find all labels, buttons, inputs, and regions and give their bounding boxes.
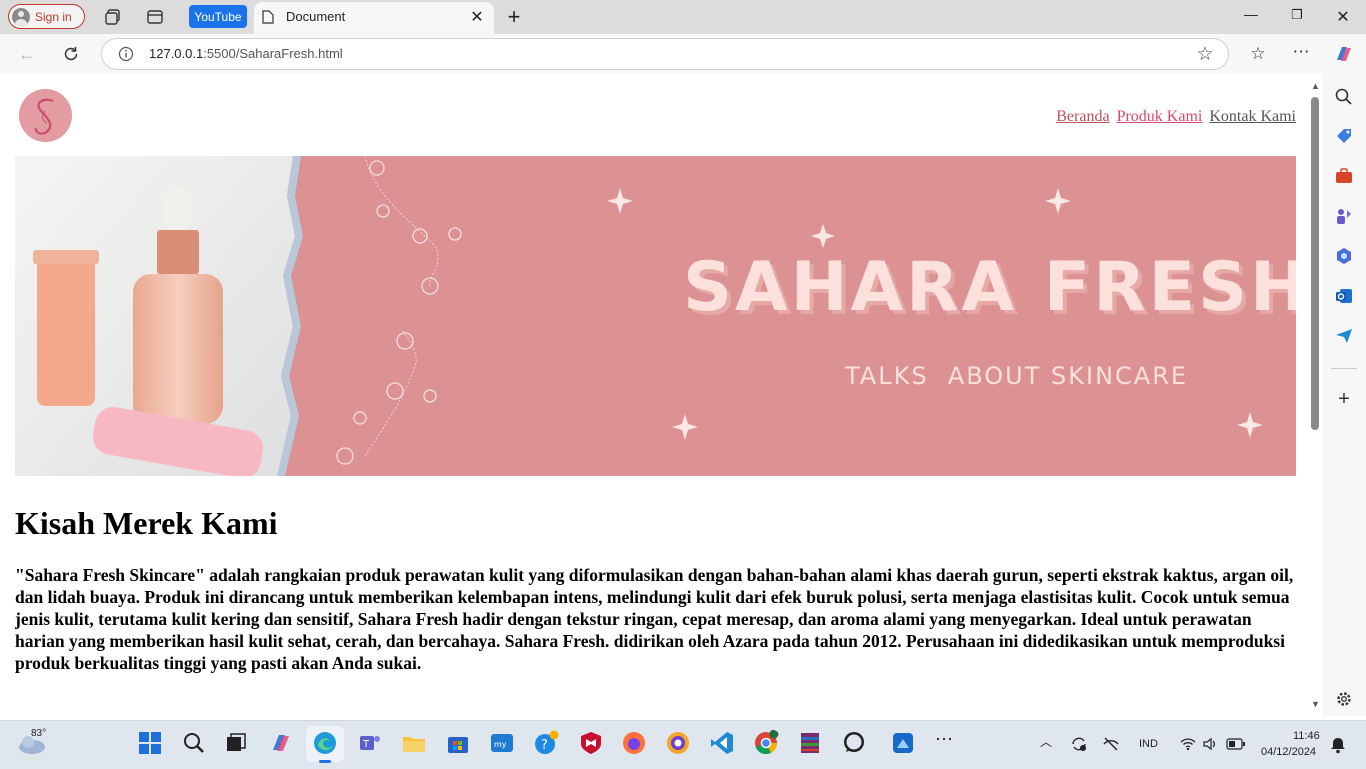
network-off-icon[interactable] [1102,735,1120,753]
nav-kontak-kami[interactable]: Kontak Kami [1209,108,1296,125]
clock-time[interactable]: 11:46 [1293,730,1320,742]
firefox-icon[interactable] [621,730,647,756]
banner-tagline: TALKS ABOUT SKINCARE [845,362,1189,390]
add-sidebar-app-icon[interactable]: + [1334,388,1354,411]
mcafee-icon[interactable] [578,730,604,756]
document-icon [262,10,274,24]
microsoft-store-icon[interactable] [445,730,471,756]
scrollbar-thumb[interactable] [1311,97,1319,430]
outlook-icon[interactable] [1334,286,1354,306]
weather-temperature: 83° [31,728,47,739]
banner-title: SAHARA FRESH [683,248,1296,327]
sync-icon[interactable] [1070,735,1088,753]
new-tab-icon[interactable]: + [504,4,524,30]
hero-banner: SAHARA FRESH TALKS ABOUT SKINCARE [15,156,1296,476]
settings-icon[interactable] [1334,689,1354,709]
svg-text:T: T [362,739,370,750]
more-options-icon[interactable]: ⋯ [1291,42,1311,62]
tab-title: Document [286,9,346,24]
snipping-tool-icon[interactable] [890,730,916,756]
favorite-star-icon[interactable]: ☆ [1195,43,1215,66]
sign-in-label: Sign in [35,9,72,24]
start-icon[interactable] [137,730,163,756]
scroll-down-icon[interactable]: ▼ [1311,699,1320,709]
info-icon[interactable] [118,46,134,62]
workspaces-icon[interactable] [104,8,122,26]
youtube-tab[interactable]: YouTube [189,5,247,28]
profile-icon [12,7,30,26]
back-icon[interactable]: ← [17,44,37,65]
clock-date[interactable]: 04/12/2024 [1261,746,1316,758]
story-heading: Kisah Merek Kami [15,505,278,541]
taskbar-search-icon[interactable] [181,730,207,756]
wifi-icon[interactable] [1180,736,1196,752]
tab-actions-icon[interactable] [146,8,164,26]
teams-icon[interactable]: T [357,730,383,756]
chrome-icon[interactable] [753,730,779,756]
task-view-icon[interactable] [223,730,249,756]
sign-in-button[interactable]: Sign in [8,4,85,29]
volume-icon[interactable] [1202,736,1218,752]
close-tab-icon[interactable]: ✕ [467,7,487,27]
vscode-icon[interactable] [709,730,735,756]
svg-text:my: my [494,740,507,749]
file-explorer-icon[interactable] [401,730,427,756]
edge-running-indicator [319,760,331,763]
battery-icon[interactable] [1226,738,1246,750]
browser-o-icon[interactable] [665,730,691,756]
url-text[interactable]: 127.0.0.1:5500/SaharaFresh.html [149,46,343,61]
favorites-icon[interactable]: ☆ [1248,44,1268,64]
taskbar-more-icon[interactable]: ⋯ [935,729,953,750]
refresh-icon[interactable] [62,45,80,63]
close-window-icon[interactable]: ✕ [1333,7,1353,27]
sahara-fresh-logo[interactable] [19,89,72,142]
search-icon[interactable] [1334,87,1354,107]
tools-icon[interactable] [1334,166,1354,186]
story-paragraph: "Sahara Fresh Skincare" adalah rangkaian… [15,565,1294,673]
restore-icon[interactable]: ❐ [1287,7,1307,23]
nav-beranda[interactable]: Beranda [1056,108,1109,125]
whatsapp-icon[interactable] [841,730,867,756]
drop-icon[interactable] [1334,326,1354,346]
tray-chevron-icon[interactable]: ︿ [1040,733,1052,750]
svg-text:?: ? [541,738,548,753]
minimize-icon[interactable]: — [1241,6,1261,22]
copilot-taskbar-icon[interactable] [268,730,294,756]
language-indicator[interactable]: IND [1139,738,1158,750]
games-icon[interactable] [1334,206,1354,226]
copilot-icon[interactable] [1333,44,1355,64]
sidebar-divider [1331,368,1357,369]
scroll-up-icon[interactable]: ▲ [1311,81,1320,91]
main-nav: Beranda Produk Kami Kontak Kami [1053,108,1296,126]
nav-produk-kami[interactable]: Produk Kami [1117,108,1203,125]
myhp-icon[interactable]: my [489,730,515,756]
winrar-icon[interactable] [797,730,823,756]
edge-icon[interactable] [312,730,338,756]
notification-bell-icon[interactable] [1330,736,1346,754]
help-icon[interactable]: ? [533,730,559,756]
shopping-tag-icon[interactable] [1334,126,1354,146]
microsoft-365-icon[interactable] [1334,246,1354,266]
